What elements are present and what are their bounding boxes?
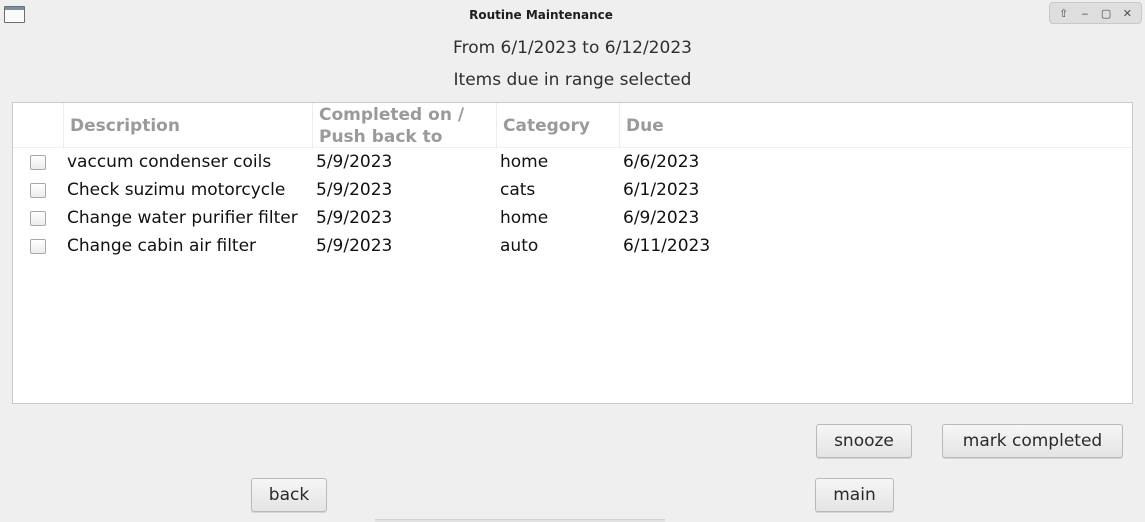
row-category: home — [500, 208, 549, 228]
title-bar[interactable]: Routine Maintenance ⇧ ‒ ▢ ✕ — [0, 0, 1145, 30]
minimize-icon[interactable]: ‒ — [1077, 5, 1093, 21]
row-checkbox[interactable] — [30, 183, 46, 198]
row-description: vaccum condenser coils — [67, 152, 272, 172]
column-header-completed[interactable]: Completed on / Push back to — [312, 103, 496, 148]
row-description: Change water purifier filter — [67, 208, 298, 228]
table-header: Description Completed on / Push back to … — [13, 103, 1132, 148]
maintenance-table: Description Completed on / Push back to … — [12, 102, 1133, 404]
window-controls: ⇧ ‒ ▢ ✕ — [1049, 2, 1142, 24]
up-arrow-icon[interactable]: ⇧ — [1056, 5, 1072, 21]
date-range-label: From 6/1/2023 to 6/12/2023 — [453, 38, 692, 58]
row-due: 6/1/2023 — [623, 180, 700, 200]
column-header-due[interactable]: Due — [619, 103, 1132, 148]
routine-maintenance-window: Routine Maintenance ⇧ ‒ ▢ ✕ From 6/1/202… — [0, 0, 1145, 522]
table-row[interactable]: Change water purifier filter 5/9/2023 ho… — [13, 204, 1132, 232]
close-icon[interactable]: ✕ — [1119, 5, 1135, 21]
row-category: cats — [500, 180, 536, 200]
maximize-icon[interactable]: ▢ — [1098, 5, 1114, 21]
row-category: auto — [500, 236, 539, 256]
row-checkbox[interactable] — [30, 155, 46, 170]
row-description: Check suzimu motorcycle — [67, 180, 286, 200]
row-category: home — [500, 152, 549, 172]
row-checkbox[interactable] — [30, 211, 46, 226]
row-description: Change cabin air filter — [67, 236, 257, 256]
row-completed[interactable]: 5/9/2023 — [316, 148, 392, 176]
section-subtitle: Items due in range selected — [453, 70, 692, 90]
column-header-description[interactable]: Description — [63, 103, 312, 148]
window-title: Routine Maintenance — [469, 8, 613, 22]
column-header-category[interactable]: Category — [496, 103, 619, 148]
row-checkbox[interactable] — [30, 239, 46, 254]
table-row[interactable]: Check suzimu motorcycle 5/9/2023 cats 6/… — [13, 176, 1132, 204]
main-button[interactable]: main — [815, 478, 894, 512]
row-due: 6/9/2023 — [623, 208, 700, 228]
row-completed[interactable]: 5/9/2023 — [316, 176, 392, 204]
table-row[interactable]: vaccum condenser coils 5/9/2023 home 6/6… — [13, 148, 1132, 176]
back-button[interactable]: back — [251, 478, 327, 512]
row-due: 6/6/2023 — [623, 152, 700, 172]
snooze-button[interactable]: snooze — [816, 424, 912, 458]
checkbox-column-header[interactable] — [13, 103, 63, 148]
table-row[interactable]: Change cabin air filter 5/9/2023 auto 6/… — [13, 232, 1132, 260]
mark-completed-button[interactable]: mark completed — [942, 424, 1123, 458]
row-completed[interactable]: 5/9/2023 — [316, 232, 392, 260]
row-completed[interactable]: 5/9/2023 — [316, 204, 392, 232]
row-due: 6/11/2023 — [623, 236, 711, 256]
